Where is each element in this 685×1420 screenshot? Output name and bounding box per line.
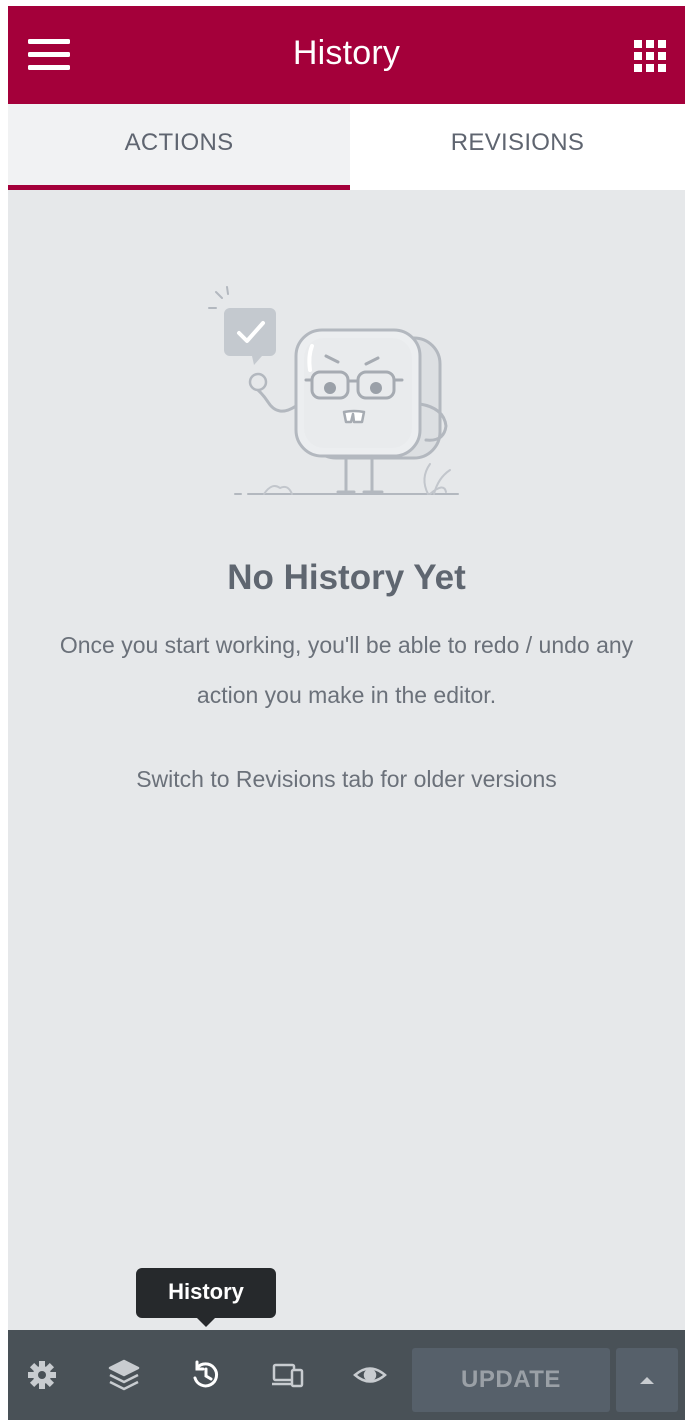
preview-eye-icon[interactable]	[352, 1358, 388, 1392]
revisions-hint: Switch to Revisions tab for older versio…	[136, 766, 557, 792]
update-options-button[interactable]	[616, 1348, 678, 1412]
tooltip-arrow	[196, 1317, 216, 1327]
history-tabs: ACTIONS REVISIONS	[8, 104, 685, 190]
waving-character-illustration	[208, 286, 468, 506]
empty-state-title: No History Yet	[227, 558, 466, 597]
tab-revisions[interactable]: REVISIONS	[350, 104, 685, 190]
apps-grid-icon[interactable]	[632, 38, 668, 74]
history-icon[interactable]	[188, 1358, 224, 1392]
caret-up-icon	[640, 1377, 654, 1384]
tab-actions[interactable]: ACTIONS	[8, 104, 350, 190]
settings-icon[interactable]	[24, 1358, 60, 1392]
empty-state-description: Once you start working, you'll be able t…	[59, 632, 634, 708]
panel-footer: UPDATE	[8, 1330, 685, 1420]
navigator-layers-icon[interactable]	[106, 1358, 142, 1392]
page-title: History	[292, 34, 401, 72]
history-tooltip: History	[136, 1268, 276, 1318]
editor-panel: History ACTIONS REVISIONS No History Yet…	[8, 6, 685, 1420]
responsive-mode-icon[interactable]	[270, 1358, 306, 1392]
update-button[interactable]: UPDATE	[412, 1348, 610, 1412]
panel-header: History	[8, 6, 685, 104]
